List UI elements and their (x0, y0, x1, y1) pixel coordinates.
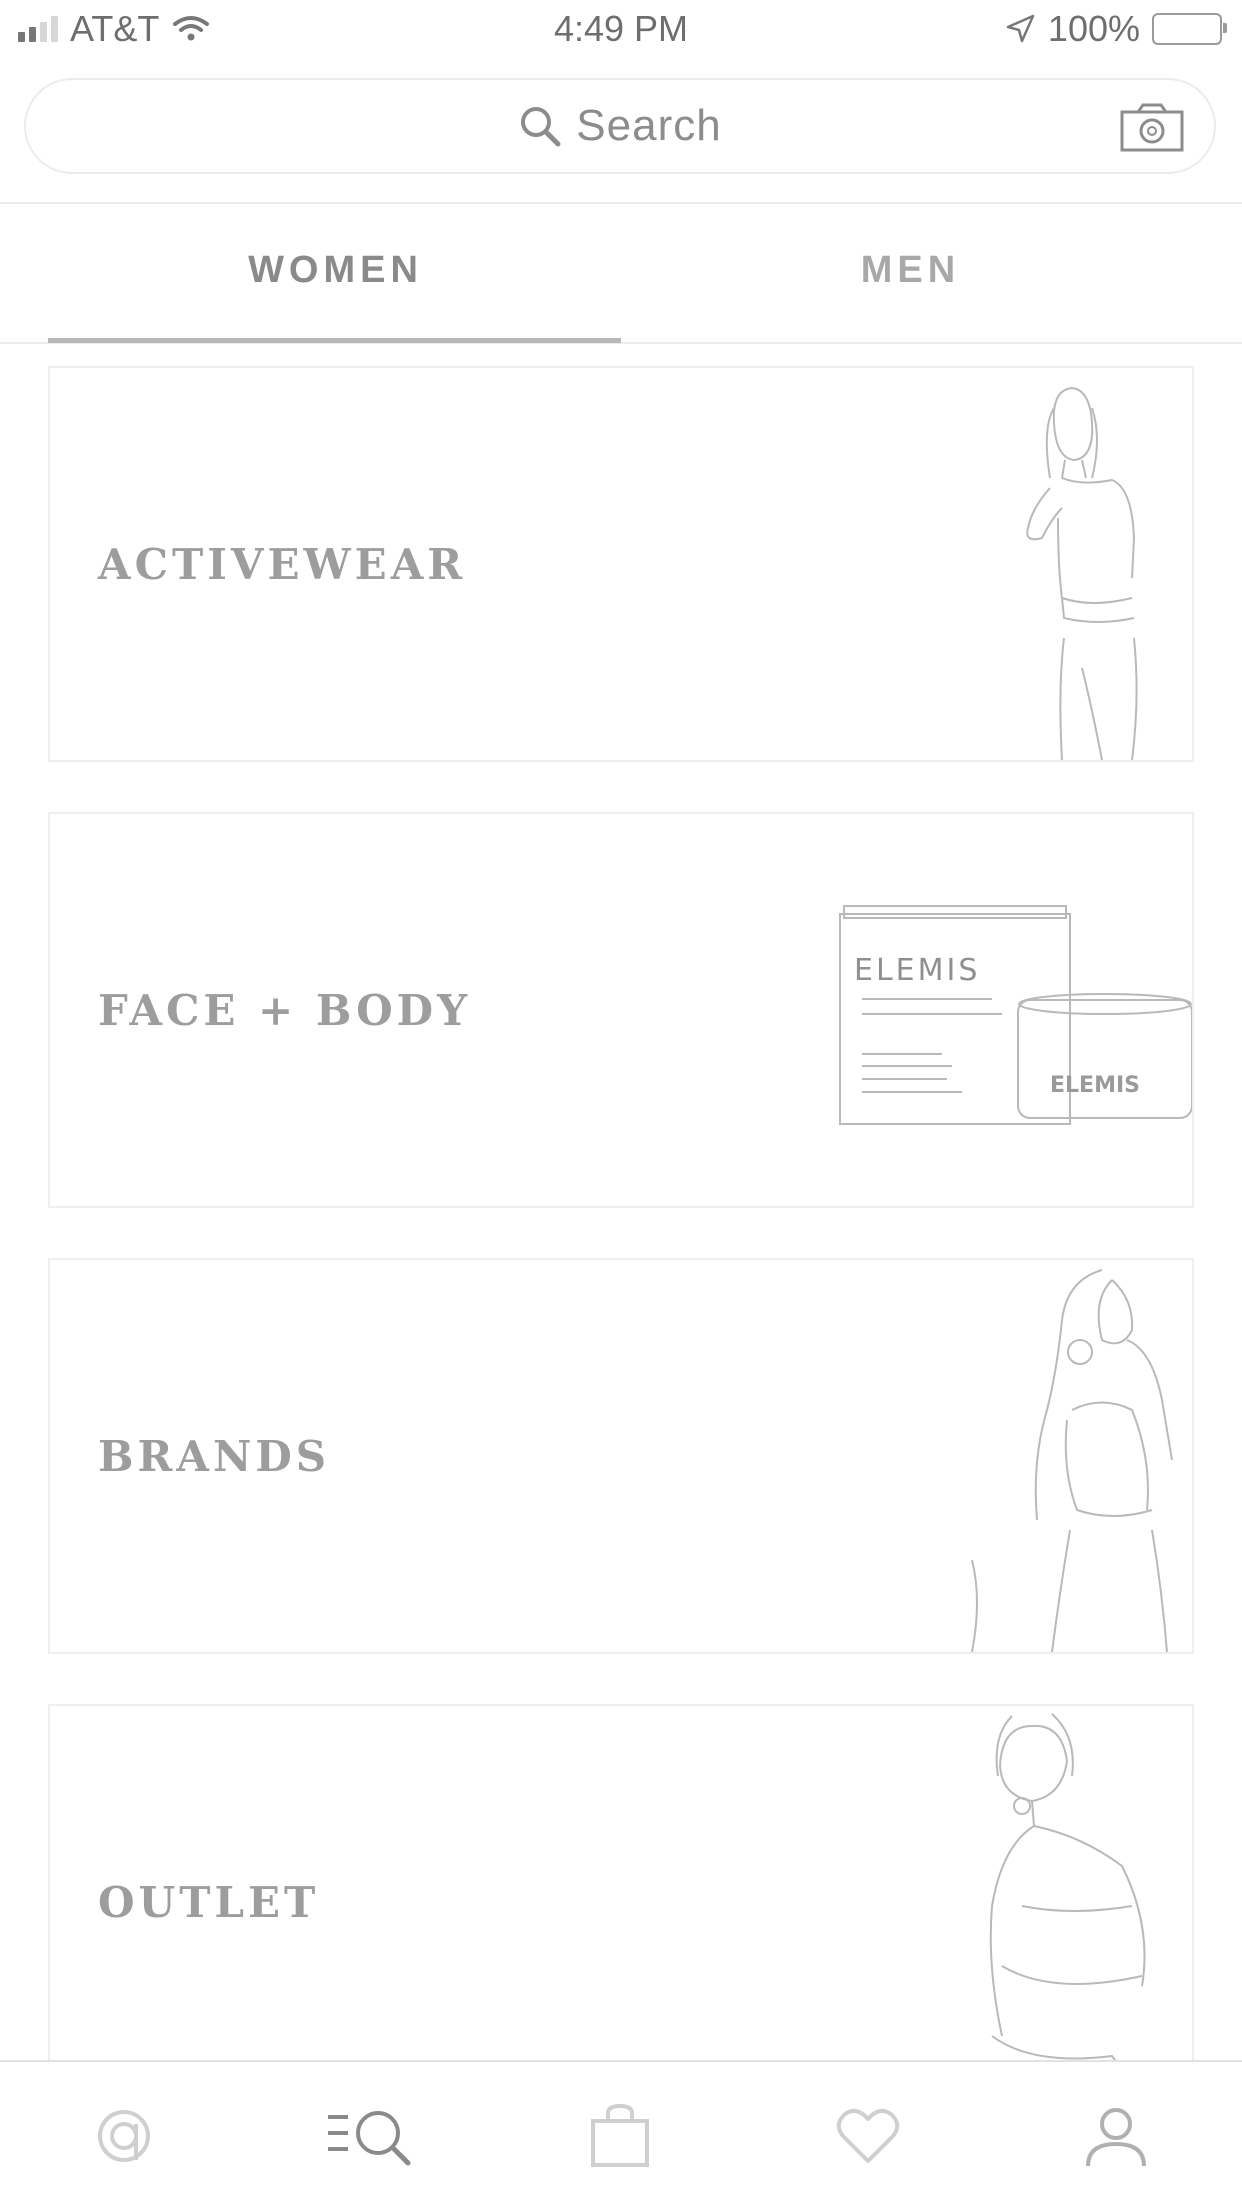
search-icon (521, 107, 561, 147)
category-label: FACE + BODY (98, 985, 472, 1035)
profile-icon (1086, 2108, 1146, 2167)
category-card-brands[interactable]: BRANDS (48, 1258, 1194, 1654)
category-card-face-body[interactable]: FACE + BODY ELEMIS ELEMIS (48, 812, 1194, 1208)
tab-women[interactable]: WOMEN (48, 206, 623, 334)
category-label: OUTLET (98, 1877, 320, 1927)
nav-bag[interactable] (496, 2062, 744, 2210)
tab-selected-indicator (48, 338, 621, 343)
camera-icon[interactable] (1120, 102, 1184, 152)
elemis-skincare-product-image: ELEMIS ELEMIS (839, 905, 1192, 1125)
nav-browse[interactable] (248, 2062, 496, 2210)
location-arrow-icon (1006, 14, 1035, 43)
search-center: Search (26, 80, 1214, 172)
model-crouching-image (989, 1713, 1146, 2098)
battery-icon (1152, 13, 1227, 45)
model-sports-bra-image (1026, 386, 1138, 760)
bottom-tab-bar (0, 2060, 1242, 2210)
status-right: 100% (1004, 8, 1227, 50)
category-card-activewear[interactable]: ACTIVEWEAR (48, 366, 1194, 762)
tab-men[interactable]: MEN (623, 206, 1198, 334)
category-label: ACTIVEWEAR (98, 539, 467, 589)
product-brand: ELEMIS (854, 953, 980, 988)
category-card-outlet[interactable]: OUTLET (48, 1704, 1194, 2100)
heart-icon (836, 2108, 900, 2163)
status-bar: AT&T 4:49 PM 100% (0, 0, 1242, 60)
header-divider (0, 202, 1242, 204)
home-logo-icon (98, 2110, 150, 2162)
nav-home[interactable] (0, 2062, 248, 2210)
shopping-bag-icon (591, 2103, 649, 2167)
product-brand-small: ELEMIS (1050, 1073, 1140, 1098)
search-placeholder: Search (576, 101, 722, 150)
battery-percent: 100% (1047, 8, 1140, 49)
search-bar[interactable]: Search (24, 78, 1216, 174)
model-curly-hair-image (971, 1269, 1173, 1652)
nav-wishlist[interactable] (744, 2062, 992, 2210)
nav-account[interactable] (992, 2062, 1240, 2210)
browse-search-icon (328, 2111, 411, 2166)
category-label: BRANDS (98, 1431, 331, 1481)
